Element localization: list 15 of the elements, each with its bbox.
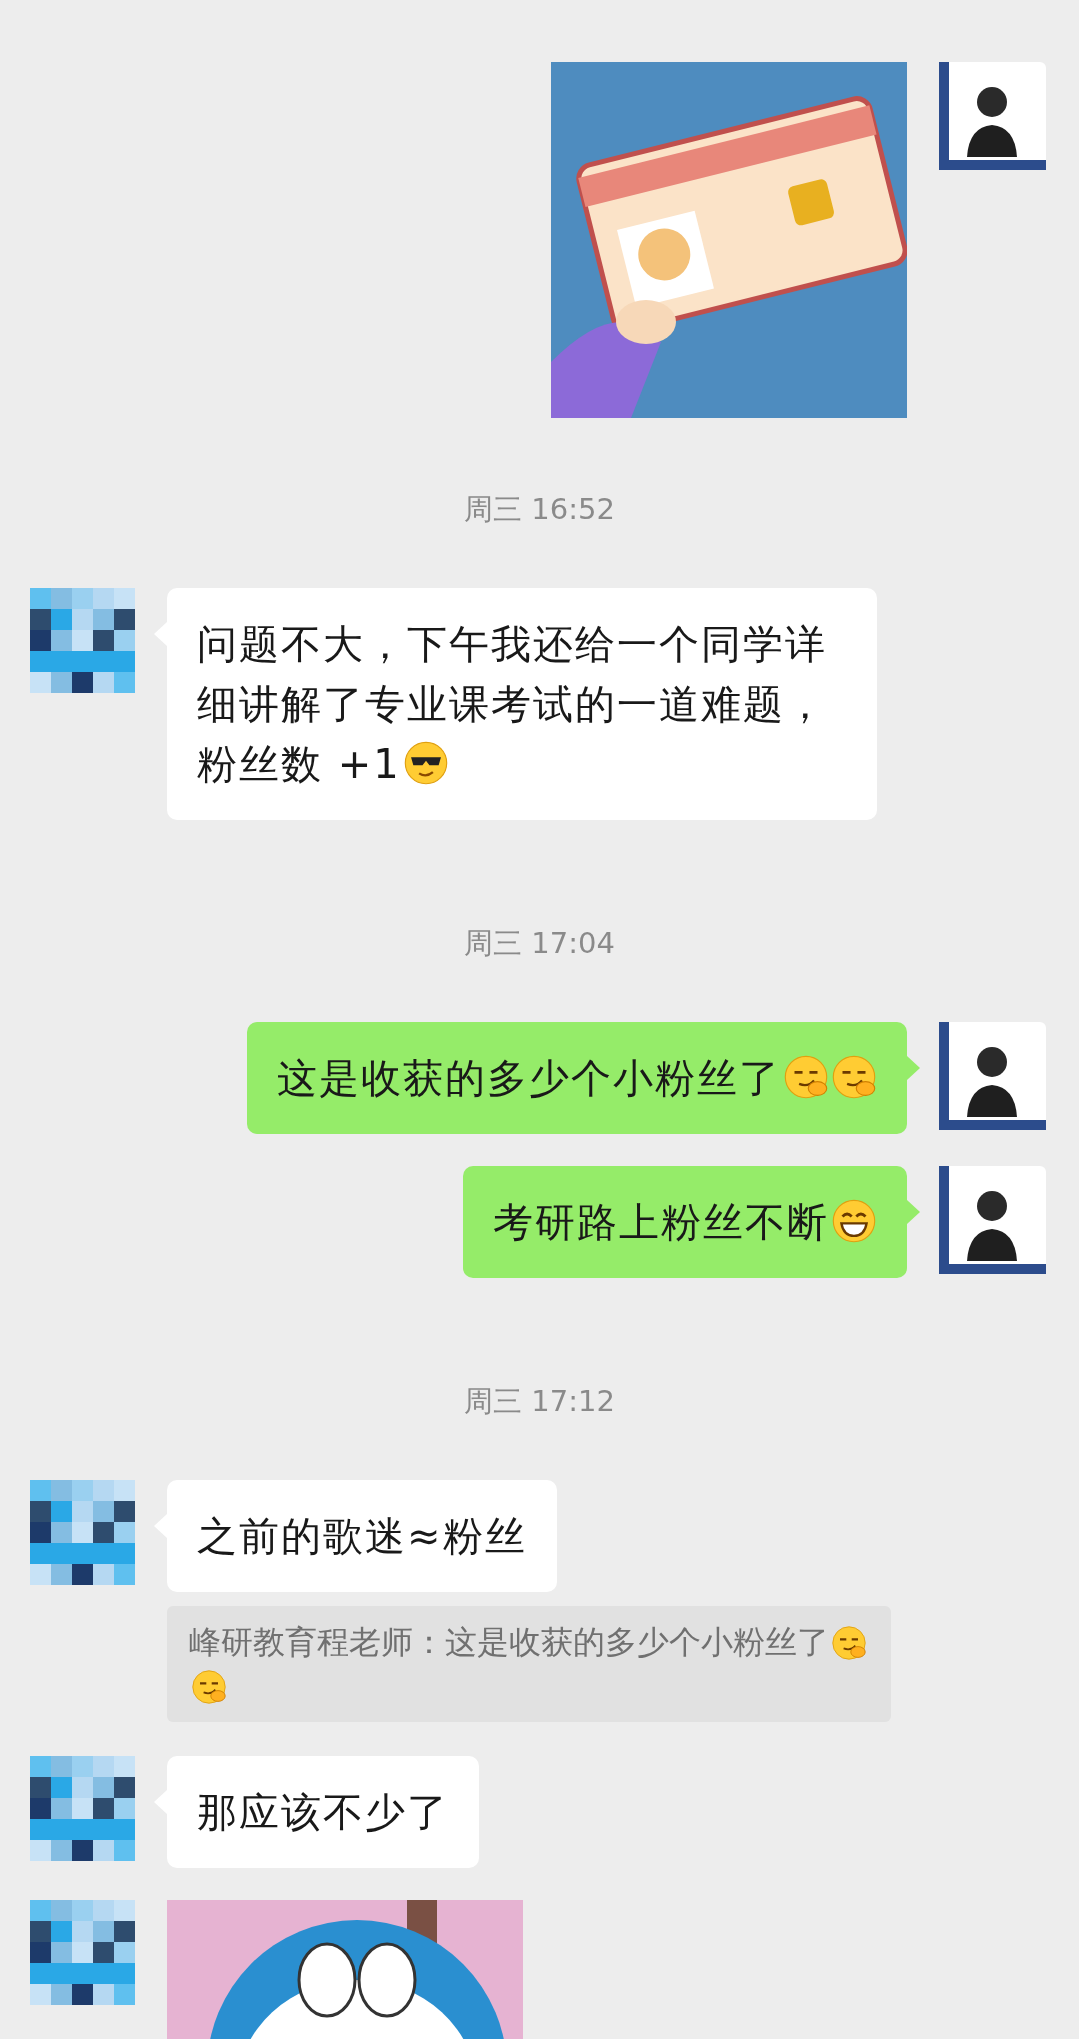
smirk-face-icon xyxy=(783,1054,829,1100)
message-bubble: 之前的歌迷≈粉丝 xyxy=(167,1480,557,1592)
sunglasses-face-icon xyxy=(402,740,449,786)
smirk-face-icon xyxy=(831,1054,877,1100)
message-bubble: 那应该不少了 xyxy=(167,1756,479,1868)
smirk-face-icon xyxy=(831,1625,867,1661)
timestamp: 周三 16:52 xyxy=(464,491,615,528)
timestamp: 周三 17:04 xyxy=(464,925,615,962)
message-bubble: 考研路上粉丝不断 xyxy=(463,1166,907,1278)
grin-face-icon xyxy=(831,1198,877,1244)
smirk-face-icon xyxy=(191,1669,227,1705)
message-bubble: 问题不大，下午我还给一个同学详细讲解了专业课考试的一道难题，粉丝数 +1 xyxy=(167,588,877,820)
timestamp: 周三 17:12 xyxy=(464,1383,615,1420)
message-bubble: 这是收获的多少个小粉丝了 xyxy=(247,1022,907,1134)
quoted-message: 峰研教育程老师：这是收获的多少个小粉丝了 xyxy=(167,1606,891,1722)
